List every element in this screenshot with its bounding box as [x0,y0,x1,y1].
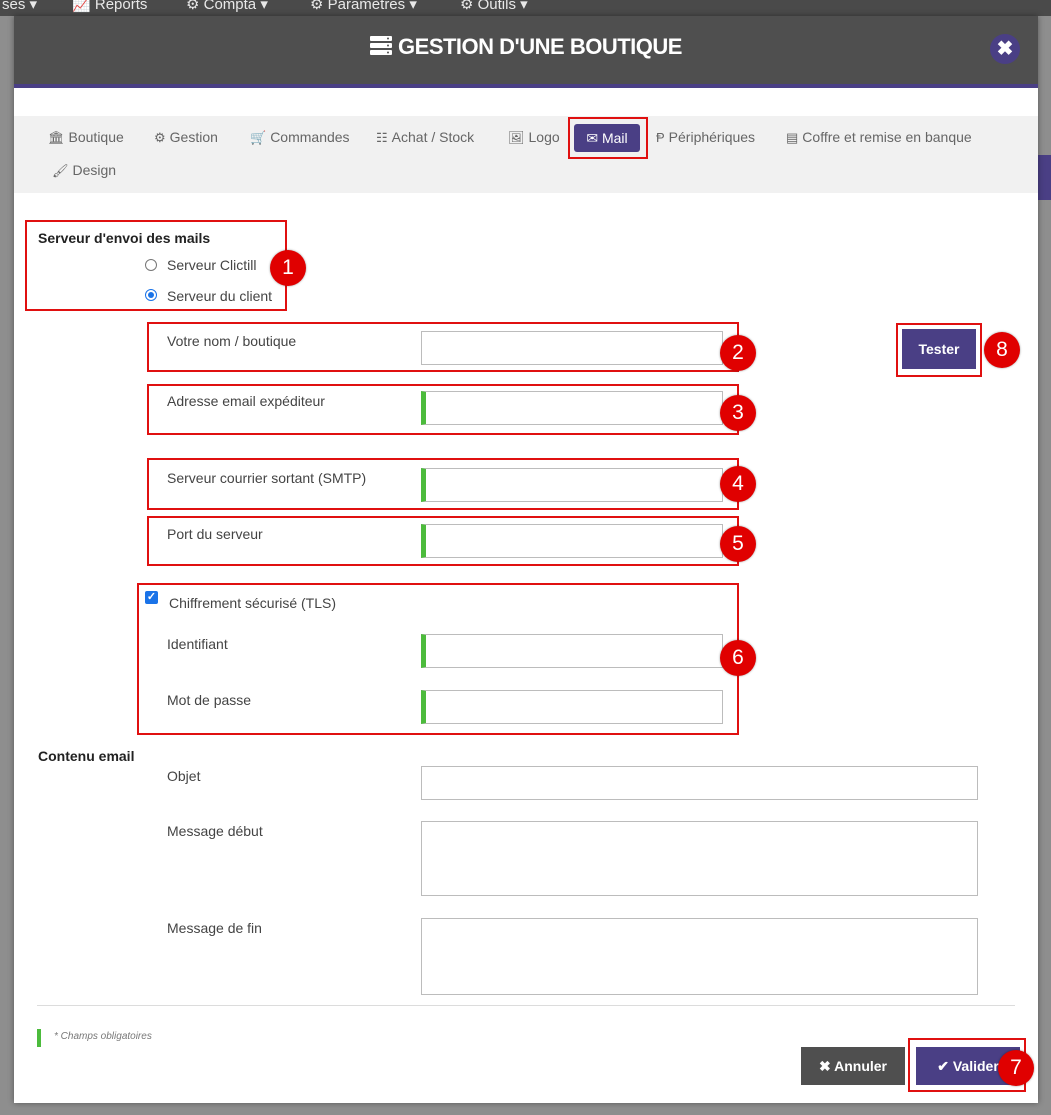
start-message-label: Message début [167,823,263,839]
check-icon: ✔ [937,1058,949,1074]
server-icon [370,36,393,62]
tab-peripheriques[interactable]: Ᵽ Périphériques [656,129,755,145]
subject-label: Objet [167,768,201,784]
app-navbar: ses ▾ 📈 Reports ⚙ Compta ▾ ⚙ Paramètres … [0,0,1051,16]
tab-bar: 🏛 Boutique ⚙ Gestion 🛒 Commandes ☷ Achat / S… [14,116,1038,193]
modal-header: GESTION D'UNE BOUTIQUE ✖ [14,16,1038,88]
tls-checkbox[interactable]: ✓ [145,591,158,604]
tab-coffre[interactable]: ▤ Coffre et remise en banque [786,129,972,146]
tab-gestion[interactable]: ⚙ Gestion [154,129,218,146]
annotation-1: 1 [270,250,306,286]
annotation-4: 4 [720,466,756,502]
required-note: * Champs obligatoires [54,1031,152,1042]
annotation-3: 3 [720,395,756,431]
shop-name-label: Votre nom / boutique [167,333,297,349]
times-icon: ✖ [819,1058,831,1074]
modal-title: GESTION D'UNE BOUTIQUE [14,34,1038,62]
gear-icon: ⚙ [310,0,324,13]
radio-label-clictill: Serveur Clictill [167,257,257,273]
radio-server-client[interactable] [145,289,157,301]
nav-item-compta[interactable]: ⚙ Compta ▾ [186,0,268,13]
annotation-7: 7 [998,1050,1034,1086]
annotation-2: 2 [720,335,756,371]
tab-commandes[interactable]: 🛒 Commandes [250,129,350,146]
highlight-tab-mail [568,117,648,159]
smtp-input[interactable] [421,468,723,502]
annotation-5: 5 [720,526,756,562]
close-button[interactable]: ✖ [990,34,1020,64]
bank-icon: 🏛 [48,130,65,145]
required-marker [37,1029,41,1047]
nav-item-reports[interactable]: 📈 Reports [72,0,147,13]
tab-boutique[interactable]: 🏛 Boutique [48,129,124,146]
radio-label-client: Serveur du client [167,288,273,304]
sender-email-input[interactable] [421,391,723,425]
content-section-title: Contenu email [38,748,135,764]
nav-item-outils[interactable]: ⚙ Outils ▾ [460,0,528,13]
subject-input[interactable] [421,766,978,800]
test-button[interactable]: Tester [902,329,976,369]
brush-icon: 🖌 [52,163,69,178]
password-label: Mot de passe [167,692,252,708]
shop-name-input[interactable] [421,331,723,365]
tab-logo[interactable]: 🖼 Logo [508,129,560,146]
close-icon: ✖ [996,38,1014,60]
shop-management-modal: GESTION D'UNE BOUTIQUE ✖ 🏛 Boutique ⚙ Gest… [14,16,1038,1103]
nav-item-parametres[interactable]: ⚙ Paramètres ▾ [310,0,417,13]
gear-icon: ⚙ [460,0,474,13]
cancel-button[interactable]: ✖ Annuler [801,1047,905,1085]
username-label: Identifiant [167,636,228,652]
username-input[interactable] [421,634,723,668]
archive-icon: ▤ [786,130,799,145]
gear-icon: ⚙ [186,0,200,13]
tls-label: Chiffrement sécurisé (TLS) [169,595,337,611]
grid-icon: ☷ [376,130,388,145]
annotation-6: 6 [720,640,756,676]
end-message-label: Message de fin [167,920,262,936]
sender-email-label: Adresse email expéditeur [167,393,325,409]
gears-icon: ⚙ [154,130,166,145]
radio-server-clictill[interactable] [145,259,157,271]
start-message-textarea[interactable] [421,821,978,896]
port-label: Port du serveur [167,526,263,542]
annotation-8: 8 [984,332,1020,368]
port-input[interactable] [421,524,723,558]
tab-achat-stock[interactable]: ☷ Achat / Stock [376,129,474,146]
chart-icon: 📈 [72,0,91,13]
server-section-title: Serveur d'envoi des mails [38,230,211,246]
smtp-label: Serveur courrier sortant (SMTP) [167,470,367,486]
password-input[interactable] [421,690,723,724]
tab-design[interactable]: 🖌 Design [52,162,116,179]
footer-divider [37,1005,1015,1006]
plug-icon: Ᵽ [656,130,665,145]
end-message-textarea[interactable] [421,918,978,995]
cart-icon: 🛒 [250,130,267,145]
nav-item-ventes[interactable]: ses ▾ [2,0,37,13]
image-icon: 🖼 [508,130,525,145]
